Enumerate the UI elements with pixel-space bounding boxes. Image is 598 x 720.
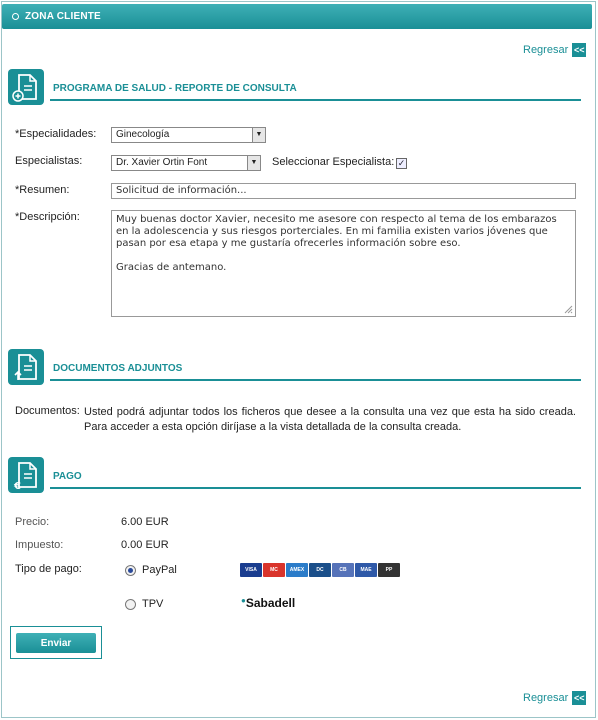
documentos-label: Documentos:: [15, 405, 80, 417]
section-divider: [50, 99, 581, 101]
section-title: PROGRAMA DE SALUD - REPORTE DE CONSULTA: [53, 83, 297, 94]
maestro-logo: MAE: [355, 563, 377, 577]
double-chevron-left-icon[interactable]: <<: [572, 43, 587, 57]
document-euro-icon: €: [8, 457, 44, 493]
especialidades-value: Ginecología: [116, 129, 170, 140]
documentos-text: Usted podrá adjuntar todos los ficheros …: [84, 406, 576, 433]
document-upload-icon: [8, 349, 44, 385]
tpv-radio[interactable]: [125, 599, 136, 610]
card-logo: PP: [378, 563, 400, 577]
seleccionar-especialista-checkbox[interactable]: ✓: [396, 158, 407, 169]
descripcion-label: *Descripción:: [15, 211, 80, 223]
section-consulta: PROGRAMA DE SALUD - REPORTE DE CONSULTA: [8, 69, 581, 109]
resumen-input[interactable]: Solicitud de información...: [111, 183, 576, 199]
section-divider: [50, 487, 581, 489]
back-link-bottom[interactable]: Regresar <<: [523, 691, 587, 705]
section-title: DOCUMENTOS ADJUNTOS: [53, 363, 183, 374]
especialidades-select[interactable]: Ginecología ▼: [111, 127, 266, 143]
section-title: PAGO: [53, 471, 82, 482]
impuesto-label: Impuesto:: [15, 539, 64, 551]
enviar-button[interactable]: Enviar: [16, 633, 96, 653]
document-add-icon: [8, 69, 44, 105]
precio-label: Precio:: [15, 516, 50, 528]
especialidades-label: *Especialidades:: [15, 128, 97, 140]
paypal-radio[interactable]: [125, 565, 136, 576]
back-link-label[interactable]: Regresar: [523, 44, 568, 56]
header-title: ZONA CLIENTE: [25, 11, 101, 22]
resize-grip-icon[interactable]: [563, 304, 573, 314]
back-link-label[interactable]: Regresar: [523, 692, 568, 704]
card-logos: VISA MC AMEX DC CB MAE PP: [240, 563, 400, 577]
visa-logo: VISA: [240, 563, 262, 577]
amex-logo: AMEX: [286, 563, 308, 577]
sabadell-logo: ●Sabadell: [241, 596, 295, 610]
section-divider: [50, 379, 581, 381]
tpv-label[interactable]: TPV: [142, 598, 163, 610]
mastercard-logo: MC: [263, 563, 285, 577]
svg-text:€: €: [13, 481, 21, 492]
card-logo: CB: [332, 563, 354, 577]
tipo-pago-label: Tipo de pago:: [15, 563, 82, 575]
circle-icon: [12, 13, 19, 20]
dropdown-arrow-icon[interactable]: ▼: [252, 128, 265, 142]
diners-logo: DC: [309, 563, 331, 577]
header-bar: ZONA CLIENTE: [2, 4, 592, 29]
impuesto-value: 0.00 EUR: [121, 539, 169, 551]
paypal-label[interactable]: PayPal: [142, 564, 177, 576]
dropdown-arrow-icon[interactable]: ▼: [247, 156, 260, 170]
especialistas-value: Dr. Xavier Ortin Font: [116, 157, 208, 168]
resumen-label: *Resumen:: [15, 184, 70, 196]
precio-value: 6.00 EUR: [121, 516, 169, 528]
seleccionar-especialista-label: Seleccionar Especialista:: [272, 156, 395, 168]
especialistas-label: Especialistas:: [15, 155, 83, 167]
back-link-top[interactable]: Regresar <<: [523, 43, 587, 57]
sabadell-logo-text: Sabadell: [245, 596, 296, 610]
descripcion-textarea[interactable]: Muy buenas doctor Xavier, necesito me as…: [111, 210, 576, 317]
section-documentos: DOCUMENTOS ADJUNTOS: [8, 349, 581, 389]
section-pago: € PAGO: [8, 457, 581, 497]
especialistas-select[interactable]: Dr. Xavier Ortin Font ▼: [111, 155, 261, 171]
double-chevron-left-icon[interactable]: <<: [572, 691, 587, 705]
submit-button-frame: Enviar: [10, 626, 102, 659]
